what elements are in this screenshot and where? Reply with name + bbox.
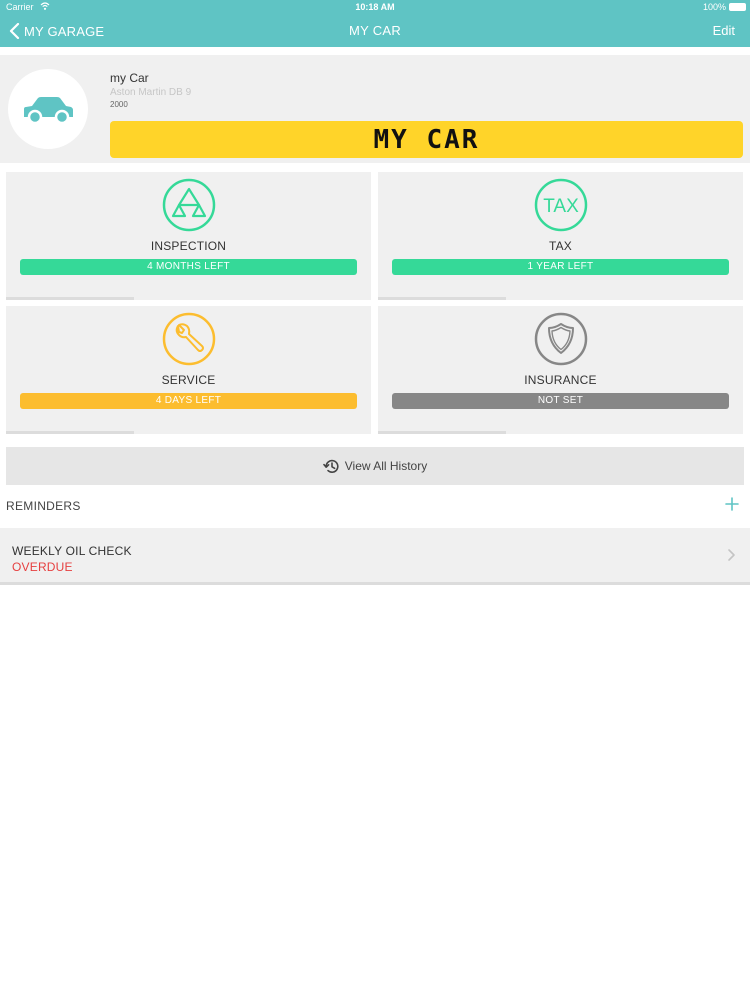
car-icon <box>24 97 73 125</box>
view-all-history-button[interactable]: View All History <box>6 447 744 485</box>
tile-divider <box>6 297 134 300</box>
reminder-title: WEEKLY OIL CHECK <box>12 544 132 558</box>
reminders-title: REMINDERS <box>6 499 81 513</box>
car-year: 2000 <box>110 100 128 109</box>
car-name: my Car <box>110 71 149 85</box>
reminder-status: OVERDUE <box>12 560 73 574</box>
tax-tile[interactable]: TAX TAX 1 YEAR LEFT <box>378 172 743 300</box>
tax-status-bar: 1 YEAR LEFT <box>392 259 729 275</box>
service-status-bar: 4 DAYS LEFT <box>20 393 357 409</box>
battery-percentage: 100% <box>702 2 726 12</box>
tile-divider <box>378 297 506 300</box>
insurance-label: INSURANCE <box>524 373 597 387</box>
reminders-header: REMINDERS <box>0 495 750 517</box>
inspection-label: INSPECTION <box>150 239 227 253</box>
status-time: 10:18 AM <box>355 2 395 12</box>
edit-button[interactable]: Edit <box>713 23 735 38</box>
add-reminder-button[interactable] <box>724 496 740 512</box>
status-bar: Carrier 10:18 AM 100% <box>0 0 750 14</box>
tax-icon: TAX <box>534 178 587 232</box>
history-icon <box>322 459 339 473</box>
row-divider <box>0 582 750 585</box>
inspection-tile[interactable]: INSPECTION 4 MONTHS LEFT <box>6 172 371 300</box>
tax-label: TAX <box>548 239 573 253</box>
battery-icon <box>729 3 746 11</box>
inspection-triangle-icon <box>162 178 215 232</box>
shield-icon <box>534 312 587 366</box>
car-avatar[interactable] <box>8 69 88 149</box>
history-button-label: View All History <box>344 459 428 473</box>
wrench-icon <box>162 312 215 366</box>
service-label: SERVICE <box>161 373 216 387</box>
car-header: my Car Aston Martin DB 9 2000 MY CAR <box>0 55 750 163</box>
insurance-status-bar: NOT SET <box>392 393 729 409</box>
tile-divider <box>378 431 506 434</box>
license-plate: MY CAR <box>110 121 743 158</box>
tile-divider <box>6 431 134 434</box>
page-title: MY CAR <box>348 23 402 38</box>
tax-icon-text: TAX <box>543 196 579 217</box>
car-model: Aston Martin DB 9 <box>110 87 192 98</box>
inspection-status-bar: 4 MONTHS LEFT <box>20 259 357 275</box>
insurance-tile[interactable]: INSURANCE NOT SET <box>378 306 743 434</box>
reminder-item[interactable]: WEEKLY OIL CHECK OVERDUE <box>0 528 750 582</box>
service-tile[interactable]: SERVICE 4 DAYS LEFT <box>6 306 371 434</box>
chevron-right-icon <box>728 549 735 561</box>
navigation-bar: MY GARAGE MY CAR Edit <box>0 14 750 47</box>
